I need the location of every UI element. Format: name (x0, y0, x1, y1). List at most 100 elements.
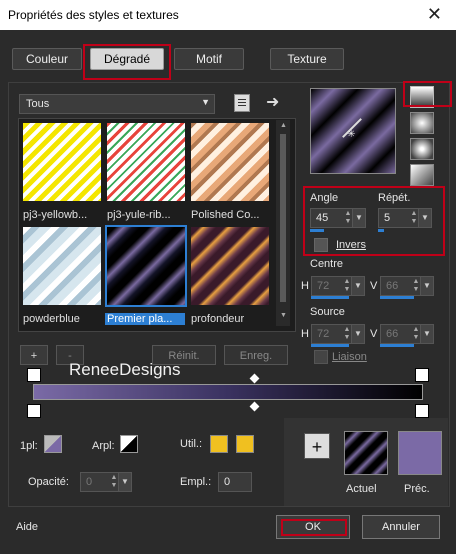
stop-marker-right-bottom[interactable] (415, 404, 429, 418)
tab-texture[interactable]: Texture (270, 48, 344, 70)
repeat-slider[interactable] (378, 229, 384, 232)
source-h-label: H (301, 328, 309, 340)
save-button[interactable]: Enreg. (224, 345, 288, 365)
scroll-thumb[interactable] (280, 134, 286, 302)
gradient-editor-bar[interactable] (33, 384, 423, 400)
source-v-label: V (370, 328, 378, 340)
scroll-up-icon[interactable]: ▲ (280, 122, 287, 129)
gradient-label-1: pj3-yellowb... (23, 209, 88, 221)
category-dropdown[interactable]: Tous ▼ (19, 94, 215, 114)
arrow-right-icon[interactable]: ➜ (266, 92, 279, 112)
gradient-thumb-5-selected[interactable] (105, 225, 187, 307)
help-link[interactable]: Aide (16, 521, 38, 533)
highlight-degrade (83, 44, 171, 80)
gradient-thumb-3[interactable] (191, 123, 269, 201)
util-label: Util.: (180, 438, 202, 450)
repeat-input[interactable]: 5 ▲ ▼ ▼ (378, 208, 432, 228)
centre-label: Centre (310, 258, 344, 270)
source-label: Source (310, 306, 345, 318)
source-h-value: 72 (317, 328, 330, 340)
repeat-label: Répét. (378, 192, 411, 204)
current-gradient-swatch[interactable] (344, 431, 388, 475)
source-v-slider[interactable] (380, 344, 414, 347)
chevron-down-icon[interactable]: ▼ (420, 325, 433, 343)
opacity-value: 0 (86, 476, 93, 488)
source-v-value: 66 (386, 328, 399, 340)
add-gradient-button[interactable]: + (20, 345, 48, 365)
category-value: Tous (26, 98, 50, 110)
gradient-preview[interactable]: ✳ (310, 88, 396, 174)
chevron-down-icon[interactable]: ▼ (418, 209, 431, 227)
centre-v-input[interactable]: 66 ▲ ▼ ▼ (380, 276, 434, 296)
sunburst-style-button[interactable] (410, 164, 434, 186)
stop-marker-right-top[interactable] (415, 368, 429, 382)
prec-label: Préc. (404, 483, 430, 495)
highlight-style (403, 81, 452, 107)
arpl-label: Arpl: (92, 440, 115, 452)
previous-color-swatch[interactable] (398, 431, 442, 475)
chevron-down-icon[interactable]: ▼ (420, 277, 433, 295)
centre-v-value: 66 (386, 280, 399, 292)
radial-style-button[interactable] (410, 138, 434, 160)
util-swatch-1[interactable] (210, 435, 228, 453)
chevron-down-icon[interactable]: ▼ (352, 209, 365, 227)
gradient-thumb-2[interactable] (107, 123, 185, 201)
scroll-down-icon[interactable]: ▼ (280, 312, 287, 319)
gradient-grid: pj3-yellowb... pj3-yule-rib... Polished … (18, 118, 296, 332)
grid-scrollbar[interactable]: ▲ ▼ (276, 120, 290, 326)
angle-value: 45 (316, 212, 329, 224)
gradient-label-5: Premier pla... (105, 313, 185, 325)
swap-colors-button[interactable]: + (304, 433, 330, 459)
centre-h-input[interactable]: 72 ▲ ▼ ▼ (311, 276, 365, 296)
close-icon[interactable]: ✕ (427, 4, 442, 25)
tab-motif[interactable]: Motif (174, 48, 244, 70)
cancel-button[interactable]: Annuler (362, 515, 440, 539)
empl-input[interactable]: 0 (218, 472, 252, 492)
gradient-label-6: profondeur (191, 313, 245, 325)
highlight-ok (281, 519, 347, 536)
title-bar: Propriétés des styles et textures ✕ (0, 0, 456, 30)
rectangular-style-button[interactable] (410, 112, 434, 134)
chevron-down-icon[interactable]: ▼ (351, 277, 364, 295)
window-title: Propriétés des styles et textures (8, 8, 179, 22)
opacity-label: Opacité: (28, 476, 69, 488)
background-swatch[interactable] (120, 435, 138, 453)
angle-input[interactable]: 45 ▲ ▼ ▼ (310, 208, 366, 228)
foreground-swatch[interactable] (44, 435, 62, 453)
tab-couleur[interactable]: Couleur (12, 48, 82, 70)
center-crosshair-icon[interactable]: ✳ (347, 129, 355, 140)
centre-v-label: V (370, 280, 378, 292)
source-h-slider[interactable] (311, 344, 349, 347)
invert-checkbox[interactable] (314, 238, 328, 252)
tab-bar: Couleur Dégradé Motif Texture (0, 44, 456, 80)
empl-label: Empl.: (180, 476, 212, 488)
opacity-input[interactable]: 0 ▲ ▼ ▼ (80, 472, 132, 492)
centre-h-value: 72 (317, 280, 330, 292)
gradient-thumb-1[interactable] (23, 123, 101, 201)
angle-label: Angle (310, 192, 339, 204)
chevron-down-icon[interactable]: ▼ (118, 473, 131, 491)
watermark-text: ReneeDesigns (69, 360, 181, 379)
chevron-down-icon[interactable]: ▼ (351, 325, 364, 343)
link-checkbox[interactable] (314, 350, 328, 364)
document-icon[interactable] (234, 94, 250, 112)
gradient-thumb-4[interactable] (23, 227, 101, 305)
chevron-down-icon: ▼ (201, 97, 210, 107)
angle-slider[interactable] (310, 229, 324, 232)
stop-marker-left-top[interactable] (27, 368, 41, 382)
gradient-label-4: powderblue (23, 313, 80, 325)
plan1-label: 1pl: (20, 440, 38, 452)
invert-label: Invers (336, 239, 366, 251)
centre-v-slider[interactable] (380, 296, 414, 299)
repeat-value: 5 (384, 212, 391, 224)
gradient-thumb-6[interactable] (191, 227, 269, 305)
empl-value: 0 (224, 476, 231, 488)
util-swatch-2[interactable] (236, 435, 254, 453)
source-h-input[interactable]: 72 ▲ ▼ ▼ (311, 324, 365, 344)
centre-h-slider[interactable] (311, 296, 349, 299)
link-label: Liaison (332, 351, 367, 363)
stop-marker-left-bottom[interactable] (27, 404, 41, 418)
centre-h-label: H (301, 280, 309, 292)
gradient-label-2: pj3-yule-rib... (107, 209, 171, 221)
source-v-input[interactable]: 66 ▲ ▼ ▼ (380, 324, 434, 344)
